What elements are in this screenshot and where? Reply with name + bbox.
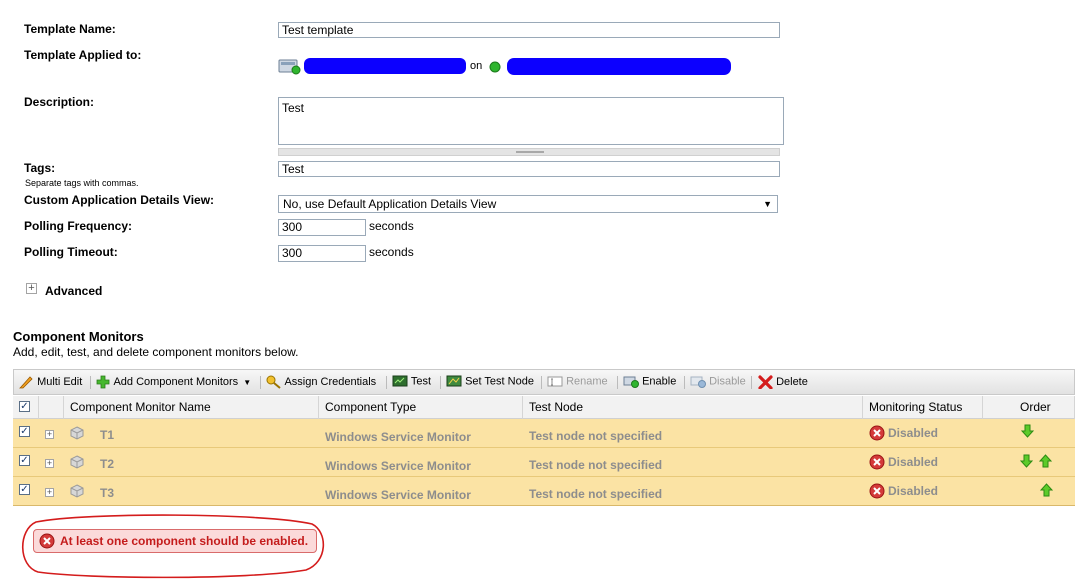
table-row[interactable]: ✓ + T2 Windows Service Monitor Test node… <box>13 448 1075 477</box>
monitors-title: Component Monitors <box>13 329 144 344</box>
node-icon <box>446 375 462 387</box>
test-button[interactable]: Test <box>392 375 431 388</box>
redacted-node-name <box>304 58 466 74</box>
disabled-status-icon <box>869 483 885 499</box>
polling-timeout-unit: seconds <box>369 245 414 259</box>
polling-timeout-input[interactable]: 300 <box>278 245 366 262</box>
component-cube-icon <box>70 484 84 498</box>
row-checkbox[interactable]: ✓ <box>19 426 30 437</box>
row-expand-icon[interactable]: + <box>45 459 54 468</box>
details-view-select[interactable]: No, use Default Application Details View… <box>278 195 778 213</box>
monitors-toolbar: Multi Edit Add Component Monitors ▼ Assi… <box>13 369 1075 395</box>
column-header-order[interactable]: Order <box>983 396 1075 419</box>
component-cube-icon <box>70 426 84 440</box>
row-expand-icon[interactable]: + <box>45 430 54 439</box>
enable-icon <box>623 376 639 388</box>
row-type: Windows Service Monitor <box>325 488 471 502</box>
disabled-status-icon <box>869 425 885 441</box>
row-name[interactable]: T3 <box>100 486 114 500</box>
server-icon <box>278 58 302 78</box>
dropdown-caret-icon: ▼ <box>243 377 252 387</box>
polling-frequency-label: Polling Frequency: <box>24 219 133 233</box>
applied-to-label: Template Applied to: <box>24 48 142 62</box>
row-test-node: Test node not specified <box>529 458 663 472</box>
status-up-icon <box>489 61 501 76</box>
polling-frequency-unit: seconds <box>369 219 414 233</box>
polling-timeout-label: Polling Timeout: <box>24 245 118 259</box>
dropdown-arrow-icon: ▼ <box>763 199 772 209</box>
enable-button[interactable]: Enable <box>623 375 676 388</box>
disabled-status-icon <box>869 454 885 470</box>
set-test-node-button[interactable]: Set Test Node <box>446 375 534 388</box>
template-name-input[interactable]: Test template <box>278 22 780 38</box>
rename-button[interactable]: Rename <box>547 375 608 388</box>
applied-to-on: on <box>470 60 483 72</box>
component-cube-icon <box>70 455 84 469</box>
red-x-icon <box>758 375 773 389</box>
tags-hint: Separate tags with commas. <box>25 178 139 188</box>
assign-credentials-button[interactable]: Assign Credentials <box>266 375 376 389</box>
row-test-node: Test node not specified <box>529 429 663 443</box>
row-expand-icon[interactable]: + <box>45 488 54 497</box>
multi-edit-button[interactable]: Multi Edit <box>19 375 82 389</box>
tags-label: Tags: <box>24 161 56 175</box>
row-name[interactable]: T2 <box>100 457 114 471</box>
advanced-toggle[interactable]: Advanced <box>45 284 102 298</box>
row-checkbox[interactable]: ✓ <box>19 455 30 466</box>
row-type: Windows Service Monitor <box>325 459 471 473</box>
add-component-monitors-button[interactable]: Add Component Monitors ▼ <box>96 375 251 389</box>
disable-icon <box>690 376 706 388</box>
column-header-status[interactable]: Monitoring Status <box>863 396 983 419</box>
tags-input[interactable]: Test <box>278 161 780 177</box>
column-header-type[interactable]: Component Type <box>319 396 523 419</box>
rename-icon <box>547 376 563 387</box>
move-down-arrow-icon[interactable] <box>1020 454 1033 468</box>
polling-frequency-input[interactable]: 300 <box>278 219 366 236</box>
select-all-checkbox[interactable]: ✓ <box>19 401 30 412</box>
template-name-label: Template Name: <box>24 22 116 36</box>
table-row[interactable]: ✓ + T1 Windows Service Monitor Test node… <box>13 419 1075 448</box>
column-header-name[interactable]: Component Monitor Name <box>64 396 319 419</box>
textarea-resize-handle[interactable] <box>278 148 780 156</box>
advanced-expand-icon[interactable]: + <box>26 283 37 294</box>
move-up-arrow-icon[interactable] <box>1039 454 1052 468</box>
details-view-selected: No, use Default Application Details View <box>283 197 497 211</box>
row-test-node: Test node not specified <box>529 487 663 501</box>
table-row[interactable]: ✓ + T3 Windows Service Monitor Test node… <box>13 477 1075 506</box>
green-plus-icon <box>96 375 110 389</box>
monitors-subtitle: Add, edit, test, and delete component mo… <box>13 345 299 359</box>
row-status: Disabled <box>888 484 939 498</box>
row-name[interactable]: T1 <box>100 428 114 442</box>
highlight-ellipse-annotation <box>22 514 325 579</box>
redacted-application-name <box>507 58 731 75</box>
column-header-test-node[interactable]: Test Node <box>523 396 863 419</box>
select-all-header: ✓ <box>13 396 39 419</box>
monitor-test-icon <box>392 375 408 387</box>
delete-button[interactable]: Delete <box>758 375 808 389</box>
disable-button[interactable]: Disable <box>690 375 746 388</box>
row-type: Windows Service Monitor <box>325 430 471 444</box>
key-icon <box>266 375 281 389</box>
move-up-arrow-icon[interactable] <box>1040 483 1053 497</box>
move-down-arrow-icon[interactable] <box>1021 424 1034 438</box>
row-status: Disabled <box>888 455 939 469</box>
pencil-icon <box>19 376 33 389</box>
description-label: Description: <box>24 95 95 109</box>
row-checkbox[interactable]: ✓ <box>19 484 30 495</box>
details-view-label: Custom Application Details View: <box>24 193 215 207</box>
row-status: Disabled <box>888 426 939 440</box>
expand-column-header <box>39 396 64 419</box>
description-textarea[interactable]: Test <box>278 97 784 145</box>
